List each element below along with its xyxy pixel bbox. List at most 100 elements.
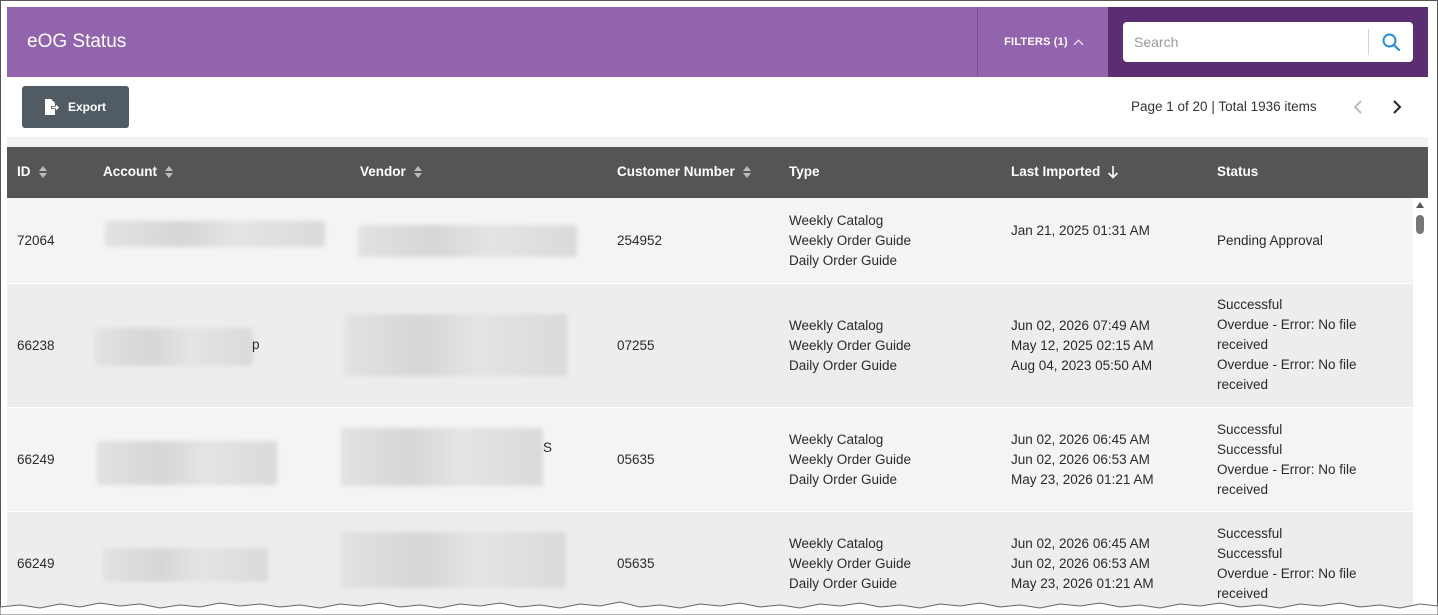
- column-label: Last Imported: [1011, 164, 1101, 179]
- search-input[interactable]: [1123, 22, 1368, 62]
- filters-label: FILTERS (1): [1004, 36, 1068, 48]
- chevron-left-icon[interactable]: [1352, 97, 1364, 117]
- redacted-vendor: [340, 532, 566, 588]
- type-line: Daily Order Guide: [789, 253, 898, 268]
- status-line: received: [1217, 377, 1269, 392]
- cell-status: Successful Overdue - Error: No file rece…: [1217, 295, 1357, 395]
- type-line: Weekly Order Guide: [789, 233, 912, 248]
- cell-last-imported: Jun 02, 2026 07:49 AM May 12, 2025 02:15…: [1011, 316, 1154, 376]
- column-label: Account: [103, 164, 157, 179]
- table-row[interactable]: 72064 254952 Weekly Catalog Weekly Order…: [7, 198, 1413, 284]
- date-line: Jun 02, 2026 07:49 AM: [1011, 318, 1150, 333]
- date-line: Jun 02, 2026 06:45 AM: [1011, 536, 1150, 551]
- cell-last-imported: Jun 02, 2026 06:45 AM Jun 02, 2026 06:53…: [1011, 534, 1154, 594]
- column-header-customer-number[interactable]: Customer Number: [617, 164, 751, 179]
- table-row[interactable]: 66249 S 05635 Weekly Catalog Weekly Orde…: [7, 408, 1413, 512]
- date-line: May 23, 2026 01:21 AM: [1011, 576, 1154, 591]
- table-row[interactable]: 66238 p 07255 Weekly Catalog Weekly Orde…: [7, 284, 1413, 408]
- column-header-vendor[interactable]: Vendor: [360, 164, 422, 179]
- filters-toggle-button[interactable]: FILTERS (1): [977, 7, 1108, 77]
- column-label: Type: [789, 164, 820, 179]
- cell-id: 72064: [17, 233, 55, 248]
- chevron-right-icon[interactable]: [1391, 97, 1403, 117]
- column-header-last-imported[interactable]: Last Imported: [1011, 164, 1119, 179]
- chevron-up-icon: [1073, 39, 1084, 49]
- cell-type: Weekly Catalog Weekly Order Guide Daily …: [789, 430, 911, 490]
- status-line: Successful: [1217, 422, 1283, 437]
- status-line: received: [1217, 482, 1269, 497]
- redacted-account: [105, 221, 325, 247]
- scrollbar-thumb[interactable]: [1416, 215, 1424, 234]
- cell-id: 66249: [17, 452, 55, 467]
- status-line: Overdue - Error: No file: [1217, 462, 1357, 477]
- status-line: Successful: [1217, 442, 1283, 457]
- cell-last-imported: Jan 21, 2025 01:31 AM: [1011, 221, 1150, 241]
- cell-customer-number: 07255: [617, 338, 655, 353]
- vertical-scrollbar[interactable]: [1413, 198, 1428, 615]
- cell-customer-number: 05635: [617, 556, 655, 571]
- type-line: Weekly Catalog: [789, 213, 884, 228]
- page-title: eOG Status: [27, 31, 127, 52]
- cell-customer-number: 254952: [617, 233, 663, 248]
- pagination-info: Page 1 of 20 | Total 1936 items: [1131, 99, 1317, 114]
- cell-id: 66249: [17, 556, 55, 571]
- redacted-account: [97, 441, 277, 485]
- table-body: 72064 254952 Weekly Catalog Weekly Order…: [7, 198, 1413, 615]
- redacted-vendor: [358, 225, 577, 257]
- page-header: eOG Status FILTERS (1): [7, 7, 1428, 77]
- type-line: Daily Order Guide: [789, 576, 898, 591]
- date-line: Jun 02, 2026 06:53 AM: [1011, 556, 1150, 571]
- redacted-vendor: [345, 314, 567, 376]
- export-file-icon: [45, 99, 60, 115]
- type-line: Weekly Order Guide: [789, 556, 912, 571]
- cell-id: 66238: [17, 338, 55, 353]
- sort-icon: [413, 165, 422, 178]
- date-line: Jun 02, 2026 06:53 AM: [1011, 452, 1150, 467]
- search-box: [1123, 22, 1413, 62]
- status-line: received: [1217, 337, 1269, 352]
- date-line: May 12, 2025 02:15 AM: [1011, 338, 1154, 353]
- status-line: Overdue - Error: No file: [1217, 357, 1357, 372]
- sort-icon: [165, 165, 173, 178]
- column-label: Status: [1217, 164, 1259, 179]
- column-header-id[interactable]: ID: [17, 164, 47, 179]
- type-line: Daily Order Guide: [789, 358, 898, 373]
- redacted-vendor: [341, 428, 543, 486]
- export-button[interactable]: Export: [22, 86, 129, 128]
- type-line: Weekly Order Guide: [789, 338, 912, 353]
- type-line: Weekly Catalog: [789, 536, 884, 551]
- cell-status: Successful Successful Overdue - Error: N…: [1217, 420, 1357, 500]
- redacted-account: [103, 548, 268, 582]
- cell-status: Successful Successful Overdue - Error: N…: [1217, 524, 1357, 604]
- table-header: ID Account Vendor Customer Number Type L…: [7, 147, 1428, 198]
- column-header-account[interactable]: Account: [103, 164, 173, 179]
- cell-type: Weekly Catalog Weekly Order Guide Daily …: [789, 211, 911, 271]
- search-divider: [1368, 29, 1369, 55]
- account-trailing-text: p: [252, 337, 260, 352]
- column-header-type: Type: [789, 164, 820, 179]
- toolbar-gap: [7, 137, 1428, 147]
- cell-type: Weekly Catalog Weekly Order Guide Daily …: [789, 316, 911, 376]
- search-panel: [1108, 7, 1428, 77]
- column-label: ID: [17, 164, 31, 179]
- column-header-status: Status: [1217, 164, 1258, 179]
- status-line: Overdue - Error: No file: [1217, 317, 1357, 332]
- torn-edge: [0, 601, 1438, 615]
- date-line: Aug 04, 2023 05:50 AM: [1011, 358, 1153, 373]
- sort-icon: [742, 165, 751, 178]
- cell-customer-number: 05635: [617, 452, 655, 467]
- toolbar: Export Page 1 of 20 | Total 1936 items: [7, 77, 1428, 137]
- scroll-up-arrow-icon[interactable]: [1416, 202, 1424, 208]
- vendor-trailing-text: S: [543, 440, 553, 455]
- column-label: Vendor: [360, 164, 406, 179]
- status-line: Pending Approval: [1217, 233, 1323, 248]
- type-line: Weekly Catalog: [789, 432, 884, 447]
- cell-status: Pending Approval: [1217, 231, 1323, 251]
- type-line: Daily Order Guide: [789, 472, 898, 487]
- status-line: Overdue - Error: No file: [1217, 566, 1357, 581]
- date-line: May 23, 2026 01:21 AM: [1011, 472, 1154, 487]
- search-icon[interactable]: [1381, 32, 1401, 52]
- sort-icon: [38, 165, 47, 178]
- cell-last-imported: Jun 02, 2026 06:45 AM Jun 02, 2026 06:53…: [1011, 430, 1154, 490]
- export-label: Export: [68, 100, 107, 114]
